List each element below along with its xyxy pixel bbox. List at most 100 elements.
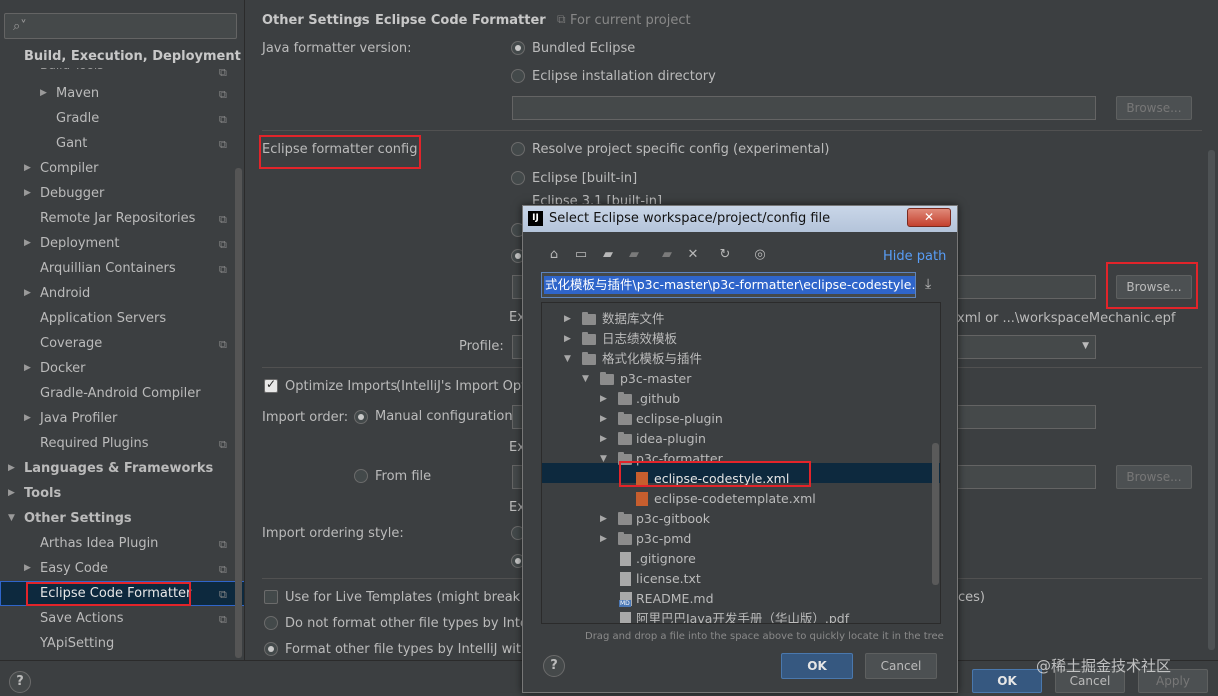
radio-install-dir[interactable] bbox=[511, 69, 525, 83]
dialog-title-bar[interactable]: Select Eclipse workspace/project/config … bbox=[523, 206, 957, 232]
project-scope-label: For current project bbox=[570, 13, 691, 28]
tree-item-file[interactable]: README.md bbox=[619, 589, 714, 609]
radio-no-format-other[interactable] bbox=[264, 616, 278, 630]
radio-builtin[interactable] bbox=[511, 171, 525, 185]
sidebar-item-gant[interactable]: Gant bbox=[56, 131, 87, 156]
live-templates-label: Use for Live Templates (might break car bbox=[285, 590, 545, 605]
sidebar-item-remote-jar[interactable]: Remote Jar Repositories bbox=[40, 206, 195, 231]
chevron-right-icon: ▶ bbox=[600, 394, 607, 404]
radio-manual-config[interactable] bbox=[354, 410, 368, 424]
module-folder-icon[interactable]: ▰ bbox=[625, 247, 643, 262]
tree-item-folder[interactable]: ▶ eclipse-plugin bbox=[600, 409, 723, 429]
dialog-help-button[interactable]: ? bbox=[543, 655, 565, 677]
sidebar-item-other-settings[interactable]: ▼ Other Settings bbox=[8, 506, 132, 531]
sidebar-item-arquillian[interactable]: Arquillian Containers bbox=[40, 256, 176, 281]
delete-icon[interactable]: ✕ bbox=[684, 247, 702, 262]
tree-item-folder[interactable]: ▶ p3c-pmd bbox=[600, 529, 691, 549]
desktop-icon[interactable]: ▭ bbox=[572, 247, 590, 262]
help-button[interactable]: ? bbox=[9, 671, 31, 693]
sidebar-item-java-profiler[interactable]: ▶ Java Profiler bbox=[24, 406, 117, 431]
folder-icon bbox=[600, 372, 614, 385]
sidebar-scrollbar[interactable] bbox=[235, 168, 242, 658]
live-templates-checkbox[interactable] bbox=[264, 590, 278, 604]
optimize-imports-checkbox[interactable] bbox=[264, 377, 278, 393]
settings-sidebar: ⌕˅ Build Tools Build, Execution, Deploym… bbox=[0, 0, 245, 660]
chevron-right-icon: ▶ bbox=[24, 563, 31, 573]
download-icon[interactable]: ⤓ bbox=[925, 276, 931, 292]
home-icon[interactable]: ⌂ bbox=[545, 247, 563, 262]
chevron-right-icon: ▶ bbox=[600, 514, 607, 524]
sidebar-item-docker[interactable]: ▶ Docker bbox=[24, 356, 86, 381]
dialog-title: Select Eclipse workspace/project/config … bbox=[549, 211, 831, 226]
sidebar-item-languages[interactable]: ▶ Languages & Frameworks bbox=[8, 456, 213, 481]
sidebar-item-android[interactable]: ▶ Android bbox=[24, 281, 90, 306]
dialog-cancel-button[interactable]: Cancel bbox=[865, 653, 937, 679]
sidebar-item-gradle[interactable]: Gradle bbox=[56, 106, 99, 131]
text-file-icon bbox=[620, 552, 631, 566]
path-input[interactable]: 式化模板与插件\p3c-master\p3c-formatter\eclipse… bbox=[541, 272, 916, 298]
copy-icon: ⧉ bbox=[219, 563, 227, 576]
sidebar-item-deployment[interactable]: ▶ Deployment bbox=[24, 231, 120, 256]
radio-format-other[interactable] bbox=[264, 642, 278, 656]
search-input[interactable]: ⌕˅ bbox=[4, 13, 237, 39]
tree-item-folder[interactable]: ▶ idea-plugin bbox=[600, 429, 706, 449]
tree-item-folder[interactable]: ▶ 日志绩效模板 bbox=[564, 329, 677, 349]
text-file-icon bbox=[620, 572, 631, 586]
sidebar-item-arthas[interactable]: Arthas Idea Plugin bbox=[40, 531, 158, 556]
dialog-ok-button[interactable]: OK bbox=[781, 653, 853, 679]
hide-path-link[interactable]: Hide path bbox=[883, 249, 946, 264]
sidebar-item-coverage[interactable]: Coverage bbox=[40, 331, 102, 356]
sidebar-item-compiler[interactable]: ▶ Compiler bbox=[24, 156, 99, 181]
ok-button[interactable]: OK bbox=[972, 669, 1042, 693]
tree-item-file[interactable]: eclipse-codetemplate.xml bbox=[636, 489, 816, 509]
sidebar-section-build[interactable]: Build, Execution, Deployment bbox=[0, 44, 244, 68]
sidebar-item-easy-code[interactable]: ▶ Easy Code bbox=[24, 556, 108, 581]
radio-resolve[interactable] bbox=[511, 142, 525, 156]
sidebar-item-debugger[interactable]: ▶ Debugger bbox=[24, 181, 104, 206]
chevron-down-icon: ▼ bbox=[8, 513, 15, 523]
new-folder-icon[interactable]: ▰ bbox=[658, 247, 676, 262]
tree-item-folder[interactable]: ▼ p3c-master bbox=[582, 369, 691, 389]
tree-item-file[interactable]: 阿里巴巴Java开发手册（华山版）.pdf bbox=[620, 609, 849, 623]
show-hidden-icon[interactable]: ◎ bbox=[751, 247, 769, 262]
folder-icon bbox=[618, 412, 632, 425]
browse-install-button[interactable]: Browse... bbox=[1116, 96, 1192, 120]
close-button[interactable]: ✕ bbox=[907, 208, 951, 227]
chevron-right-icon: ▶ bbox=[24, 363, 31, 373]
chevron-right-icon: ▶ bbox=[600, 414, 607, 424]
project-folder-icon[interactable]: ▰ bbox=[599, 247, 617, 262]
tree-item-folder[interactable]: ▶ 数据库文件 bbox=[564, 309, 665, 329]
sidebar-item-gradle-android[interactable]: Gradle-Android Compiler bbox=[40, 381, 201, 406]
import-style-label: Import ordering style: bbox=[262, 526, 404, 541]
sidebar-item-yapi[interactable]: YApiSetting bbox=[40, 631, 114, 656]
radio-from-file[interactable] bbox=[354, 469, 368, 483]
file-tree: ▶ 数据库文件 ▶ 日志绩效模板 ▼ 格式化模板与插件 ▼ p3c-master ▶ .g… bbox=[541, 302, 941, 624]
copy-icon: ⧉ bbox=[219, 213, 227, 226]
radio-bundled[interactable] bbox=[511, 41, 525, 55]
browse-import-button[interactable]: Browse... bbox=[1116, 465, 1192, 489]
sidebar-item-app-servers[interactable]: Application Servers bbox=[40, 306, 166, 331]
no-format-other-label: Do not format other file types by Intell… bbox=[285, 616, 543, 631]
content-scrollbar[interactable] bbox=[1208, 150, 1215, 650]
tree-item-folder[interactable]: ▶ p3c-gitbook bbox=[600, 509, 710, 529]
sidebar-item-tools[interactable]: ▶ Tools bbox=[8, 481, 61, 506]
sidebar-item-save-actions[interactable]: Save Actions bbox=[40, 606, 124, 631]
breadcrumb-separator: › bbox=[359, 12, 365, 27]
breadcrumb-parent[interactable]: Other Settings bbox=[262, 13, 370, 28]
tree-item-file[interactable]: license.txt bbox=[620, 569, 701, 589]
chevron-right-icon: ▶ bbox=[24, 163, 31, 173]
tree-item-folder[interactable]: ▶ .github bbox=[600, 389, 680, 409]
sidebar-item-maven[interactable]: ▶ Maven bbox=[40, 81, 99, 106]
profile-label: Profile: bbox=[459, 339, 504, 354]
install-dir-input[interactable] bbox=[512, 96, 1096, 120]
format-other-label: Format other file types by IntelliJ with… bbox=[285, 642, 551, 657]
chevron-right-icon: ▶ bbox=[600, 434, 607, 444]
install-dir-label: Eclipse installation directory bbox=[532, 69, 716, 84]
drag-drop-hint: Drag and drop a file into the space abov… bbox=[585, 631, 944, 642]
refresh-icon[interactable]: ↻ bbox=[716, 247, 734, 262]
tree-item-file[interactable]: .gitignore bbox=[620, 549, 696, 569]
tree-scrollbar[interactable] bbox=[932, 443, 939, 585]
chevron-right-icon: ▶ bbox=[24, 238, 31, 248]
sidebar-item-required-plugins[interactable]: Required Plugins bbox=[40, 431, 149, 456]
tree-item-folder[interactable]: ▼ 格式化模板与插件 bbox=[564, 349, 702, 369]
